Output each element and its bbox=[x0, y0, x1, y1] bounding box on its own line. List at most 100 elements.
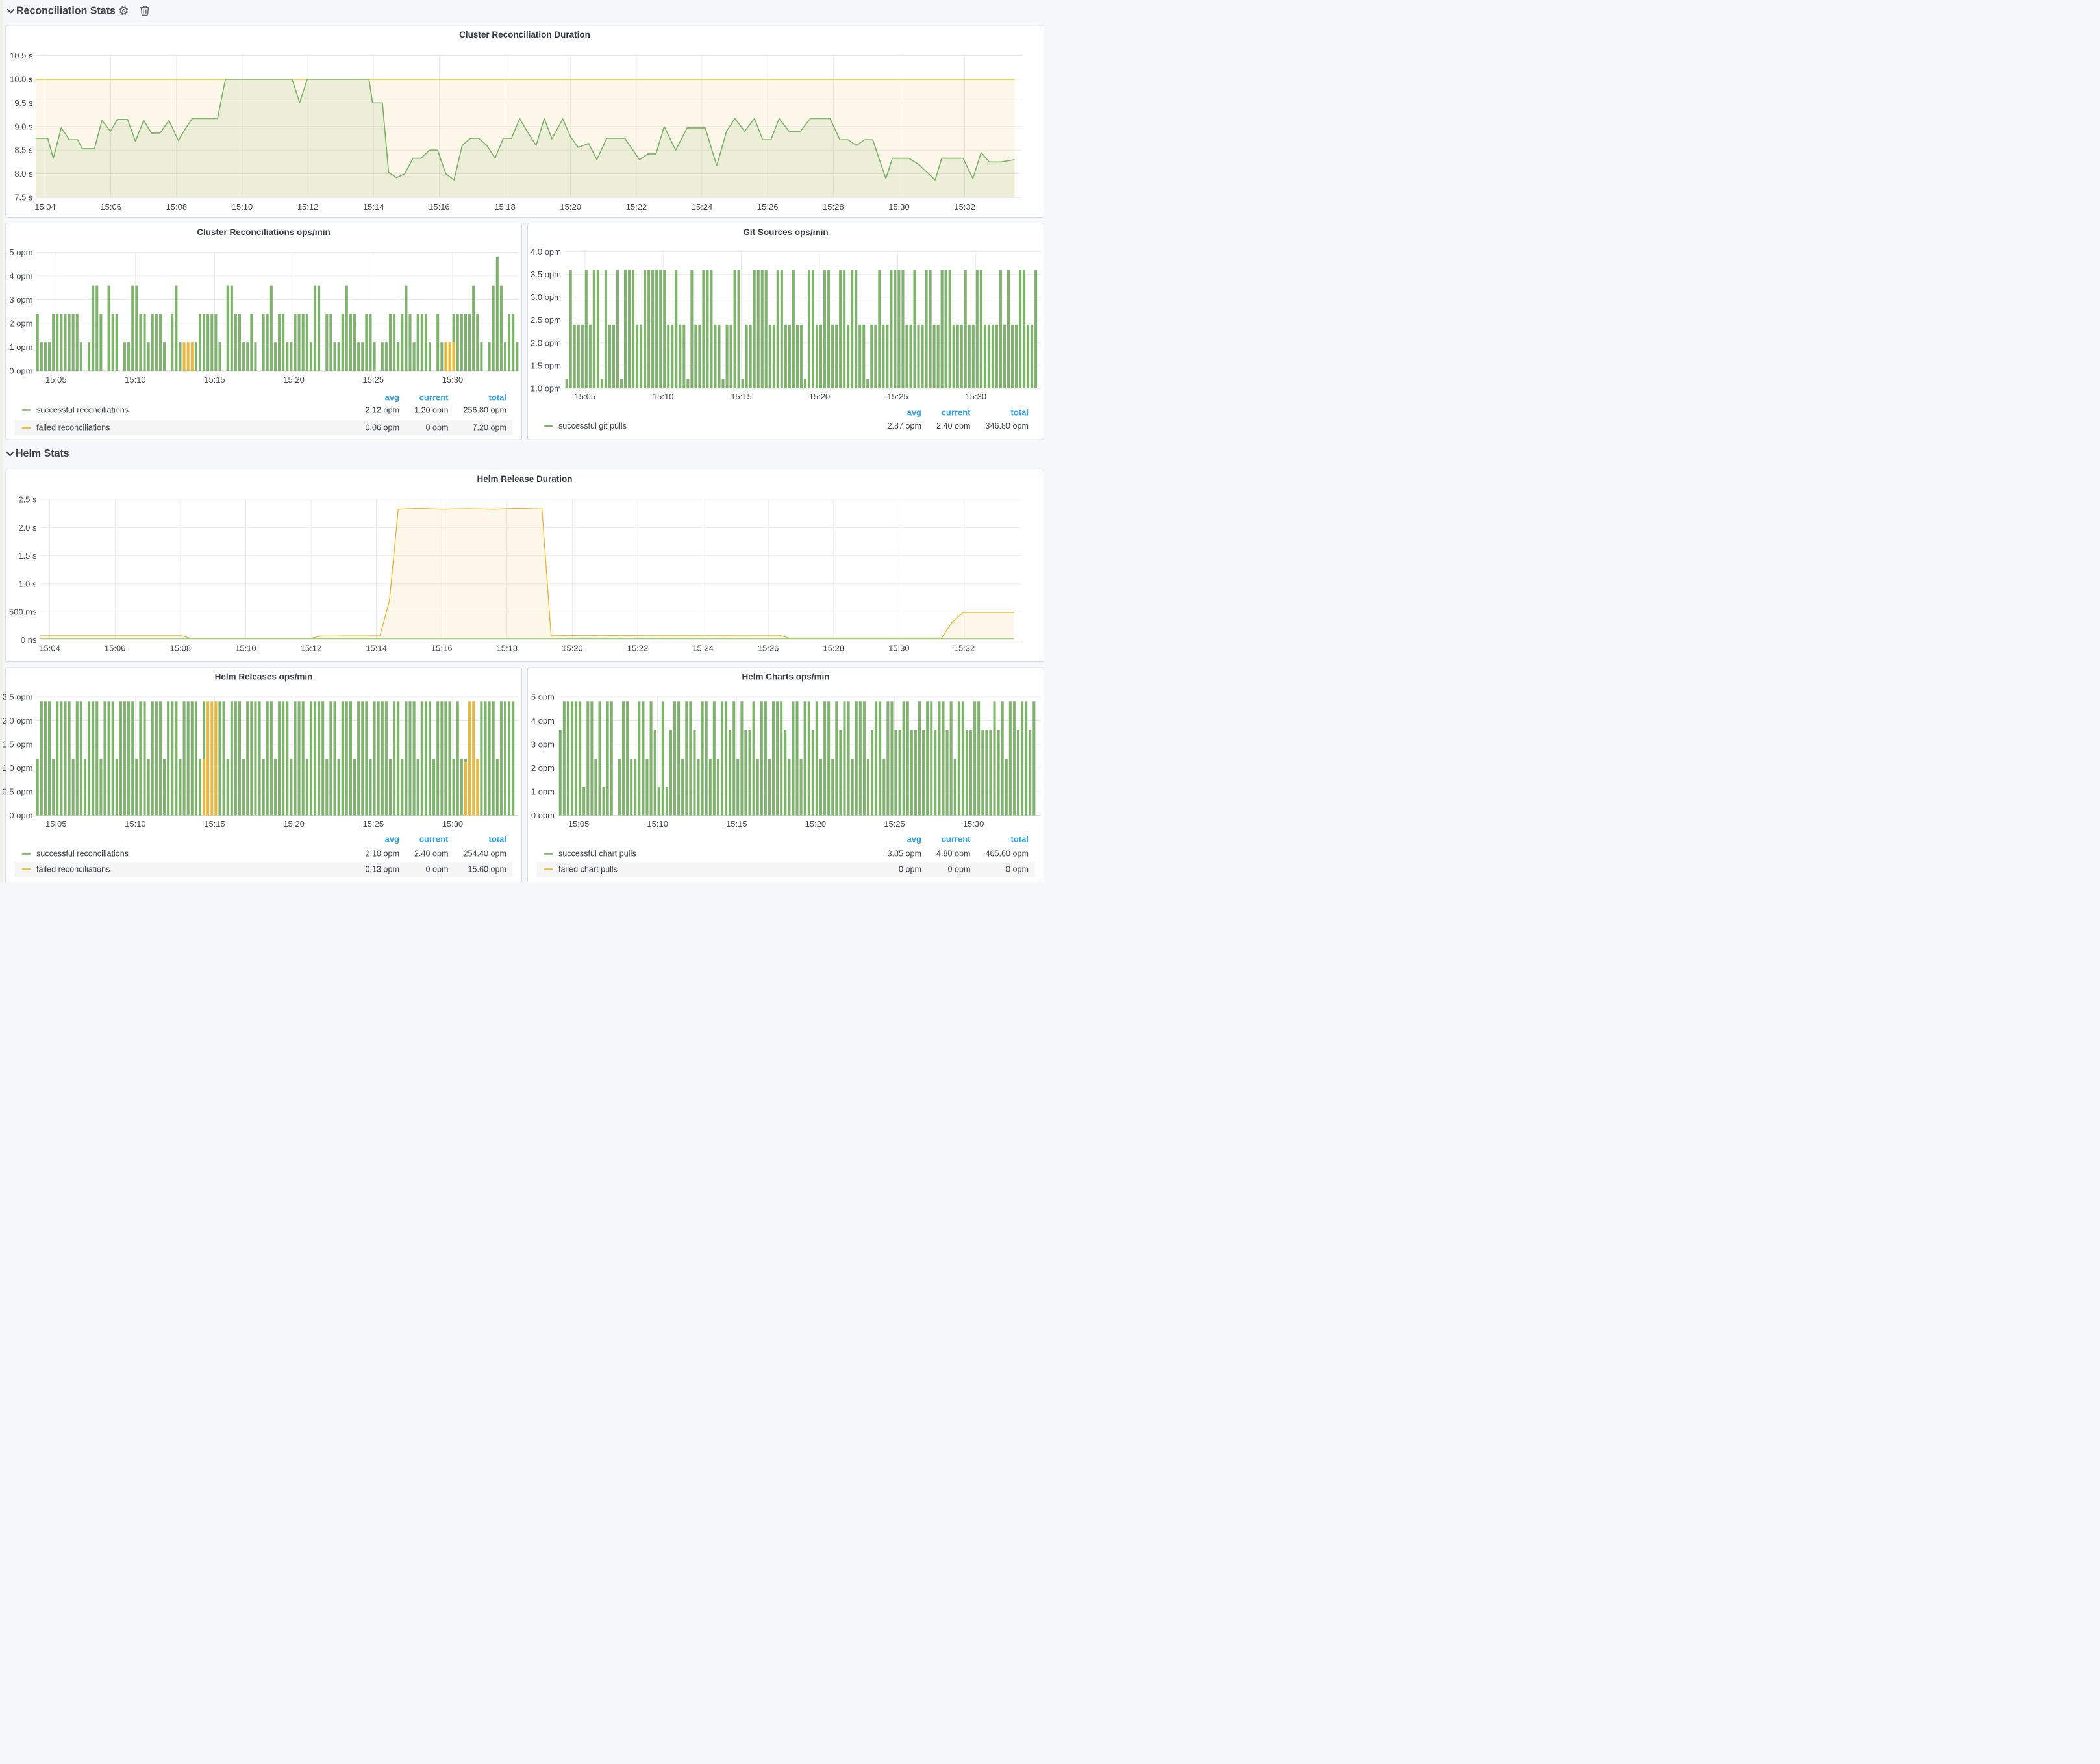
svg-text:total: total bbox=[489, 835, 506, 844]
svg-text:15:16: 15:16 bbox=[431, 643, 453, 653]
svg-text:1.20 opm: 1.20 opm bbox=[414, 406, 449, 415]
svg-text:9.0 s: 9.0 s bbox=[14, 121, 33, 131]
svg-text:2.0 opm: 2.0 opm bbox=[531, 338, 561, 347]
svg-text:15:20: 15:20 bbox=[283, 819, 305, 829]
svg-text:2.12 opm: 2.12 opm bbox=[365, 406, 399, 415]
svg-text:1 opm: 1 opm bbox=[9, 342, 32, 352]
svg-text:15:15: 15:15 bbox=[731, 392, 752, 401]
svg-text:15:25: 15:25 bbox=[363, 819, 384, 829]
svg-text:15:12: 15:12 bbox=[297, 202, 319, 212]
svg-text:15:05: 15:05 bbox=[45, 819, 67, 829]
svg-text:0 opm: 0 opm bbox=[425, 865, 448, 874]
svg-text:Git Sources ops/min: Git Sources ops/min bbox=[743, 227, 828, 237]
svg-text:15:24: 15:24 bbox=[692, 202, 713, 212]
svg-text:0 opm: 0 opm bbox=[531, 811, 555, 820]
svg-text:3 opm: 3 opm bbox=[9, 295, 32, 305]
svg-text:2.0 s: 2.0 s bbox=[18, 523, 37, 533]
svg-text:2 opm: 2 opm bbox=[531, 763, 555, 773]
svg-text:4.0 opm: 4.0 opm bbox=[531, 247, 561, 257]
svg-text:15:10: 15:10 bbox=[653, 392, 674, 401]
svg-text:4.80 opm: 4.80 opm bbox=[936, 850, 971, 859]
svg-text:0 opm: 0 opm bbox=[9, 366, 32, 376]
svg-text:15:04: 15:04 bbox=[34, 202, 56, 212]
svg-text:0 opm: 0 opm bbox=[1006, 865, 1029, 874]
svg-text:10.0 s: 10.0 s bbox=[10, 74, 33, 84]
svg-text:15:04: 15:04 bbox=[39, 643, 60, 653]
svg-text:failed reconciliations: failed reconciliations bbox=[36, 423, 110, 433]
svg-text:15:18: 15:18 bbox=[494, 202, 516, 212]
svg-text:15:16: 15:16 bbox=[429, 202, 450, 212]
svg-text:15:10: 15:10 bbox=[232, 202, 253, 212]
svg-text:0.13 opm: 0.13 opm bbox=[365, 865, 399, 874]
svg-text:15:30: 15:30 bbox=[888, 643, 910, 653]
svg-text:current: current bbox=[419, 393, 449, 403]
svg-text:254.40 opm: 254.40 opm bbox=[463, 850, 506, 859]
svg-text:15:08: 15:08 bbox=[166, 202, 188, 212]
svg-text:successful git pulls: successful git pulls bbox=[558, 422, 627, 431]
svg-text:current: current bbox=[942, 835, 971, 844]
svg-text:15:14: 15:14 bbox=[363, 202, 384, 212]
svg-text:0 opm: 0 opm bbox=[9, 811, 32, 820]
svg-text:346.80 opm: 346.80 opm bbox=[985, 422, 1029, 431]
svg-text:2 opm: 2 opm bbox=[9, 319, 32, 329]
svg-text:4 opm: 4 opm bbox=[9, 271, 32, 281]
svg-text:9.5 s: 9.5 s bbox=[14, 98, 33, 108]
svg-text:current: current bbox=[942, 408, 971, 418]
svg-text:total: total bbox=[1011, 408, 1029, 418]
svg-text:15:18: 15:18 bbox=[497, 643, 518, 653]
svg-text:15:22: 15:22 bbox=[627, 643, 649, 653]
svg-text:successful reconciliations: successful reconciliations bbox=[36, 406, 129, 415]
svg-text:Cluster Reconciliations ops/mi: Cluster Reconciliations ops/min bbox=[197, 227, 331, 237]
svg-text:total: total bbox=[1011, 835, 1029, 844]
svg-text:15:20: 15:20 bbox=[562, 643, 583, 653]
svg-text:15:28: 15:28 bbox=[823, 643, 845, 653]
svg-text:8.5 s: 8.5 s bbox=[14, 145, 33, 155]
svg-text:3.85 opm: 3.85 opm bbox=[887, 850, 921, 859]
svg-text:Reconciliation Stats: Reconciliation Stats bbox=[16, 6, 116, 17]
svg-text:15:05: 15:05 bbox=[568, 819, 590, 829]
svg-text:2.5 s: 2.5 s bbox=[18, 495, 37, 505]
svg-text:0 ns: 0 ns bbox=[21, 635, 37, 645]
svg-text:avg: avg bbox=[385, 393, 399, 403]
svg-text:256.80 opm: 256.80 opm bbox=[463, 406, 506, 415]
svg-text:0 opm: 0 opm bbox=[947, 865, 970, 874]
svg-text:15:30: 15:30 bbox=[442, 819, 464, 829]
svg-text:15:10: 15:10 bbox=[125, 819, 146, 829]
svg-text:failed chart pulls: failed chart pulls bbox=[558, 865, 618, 874]
svg-text:15:10: 15:10 bbox=[235, 643, 256, 653]
svg-text:15:25: 15:25 bbox=[363, 375, 384, 384]
svg-text:15:32: 15:32 bbox=[954, 643, 975, 653]
svg-text:15:20: 15:20 bbox=[283, 375, 305, 384]
svg-text:avg: avg bbox=[907, 835, 921, 844]
svg-text:15:14: 15:14 bbox=[366, 643, 387, 653]
svg-text:1.0 s: 1.0 s bbox=[18, 579, 37, 588]
svg-text:15:15: 15:15 bbox=[204, 819, 225, 829]
svg-text:15:05: 15:05 bbox=[575, 392, 596, 401]
svg-text:7.5 s: 7.5 s bbox=[14, 193, 33, 203]
svg-text:avg: avg bbox=[907, 408, 921, 418]
svg-text:1.5 opm: 1.5 opm bbox=[531, 360, 561, 370]
svg-text:5 opm: 5 opm bbox=[9, 247, 32, 257]
svg-text:15:12: 15:12 bbox=[301, 643, 322, 653]
svg-text:successful chart pulls: successful chart pulls bbox=[558, 850, 636, 859]
svg-text:1 opm: 1 opm bbox=[531, 787, 555, 797]
svg-text:0.5 opm: 0.5 opm bbox=[3, 787, 33, 797]
svg-text:Helm Releases ops/min: Helm Releases ops/min bbox=[215, 672, 313, 682]
svg-text:2.40 opm: 2.40 opm bbox=[414, 850, 449, 859]
svg-text:15:20: 15:20 bbox=[805, 819, 827, 829]
svg-text:15:32: 15:32 bbox=[954, 202, 975, 212]
svg-text:15:28: 15:28 bbox=[823, 202, 844, 212]
svg-text:Helm Release Duration: Helm Release Duration bbox=[477, 474, 572, 484]
svg-text:2.87 opm: 2.87 opm bbox=[887, 422, 921, 431]
svg-text:465.60 opm: 465.60 opm bbox=[985, 850, 1029, 859]
svg-text:15.60 opm: 15.60 opm bbox=[468, 865, 506, 874]
svg-text:1.0 opm: 1.0 opm bbox=[3, 763, 33, 773]
svg-text:15:30: 15:30 bbox=[442, 375, 464, 384]
svg-text:15:06: 15:06 bbox=[105, 643, 126, 653]
svg-text:Helm Stats: Helm Stats bbox=[16, 448, 69, 459]
svg-text:1.5 s: 1.5 s bbox=[18, 551, 37, 561]
svg-text:2.5 opm: 2.5 opm bbox=[3, 692, 33, 702]
svg-text:failed reconciliations: failed reconciliations bbox=[36, 865, 110, 874]
svg-text:3.5 opm: 3.5 opm bbox=[531, 270, 561, 279]
svg-text:total: total bbox=[489, 393, 506, 403]
